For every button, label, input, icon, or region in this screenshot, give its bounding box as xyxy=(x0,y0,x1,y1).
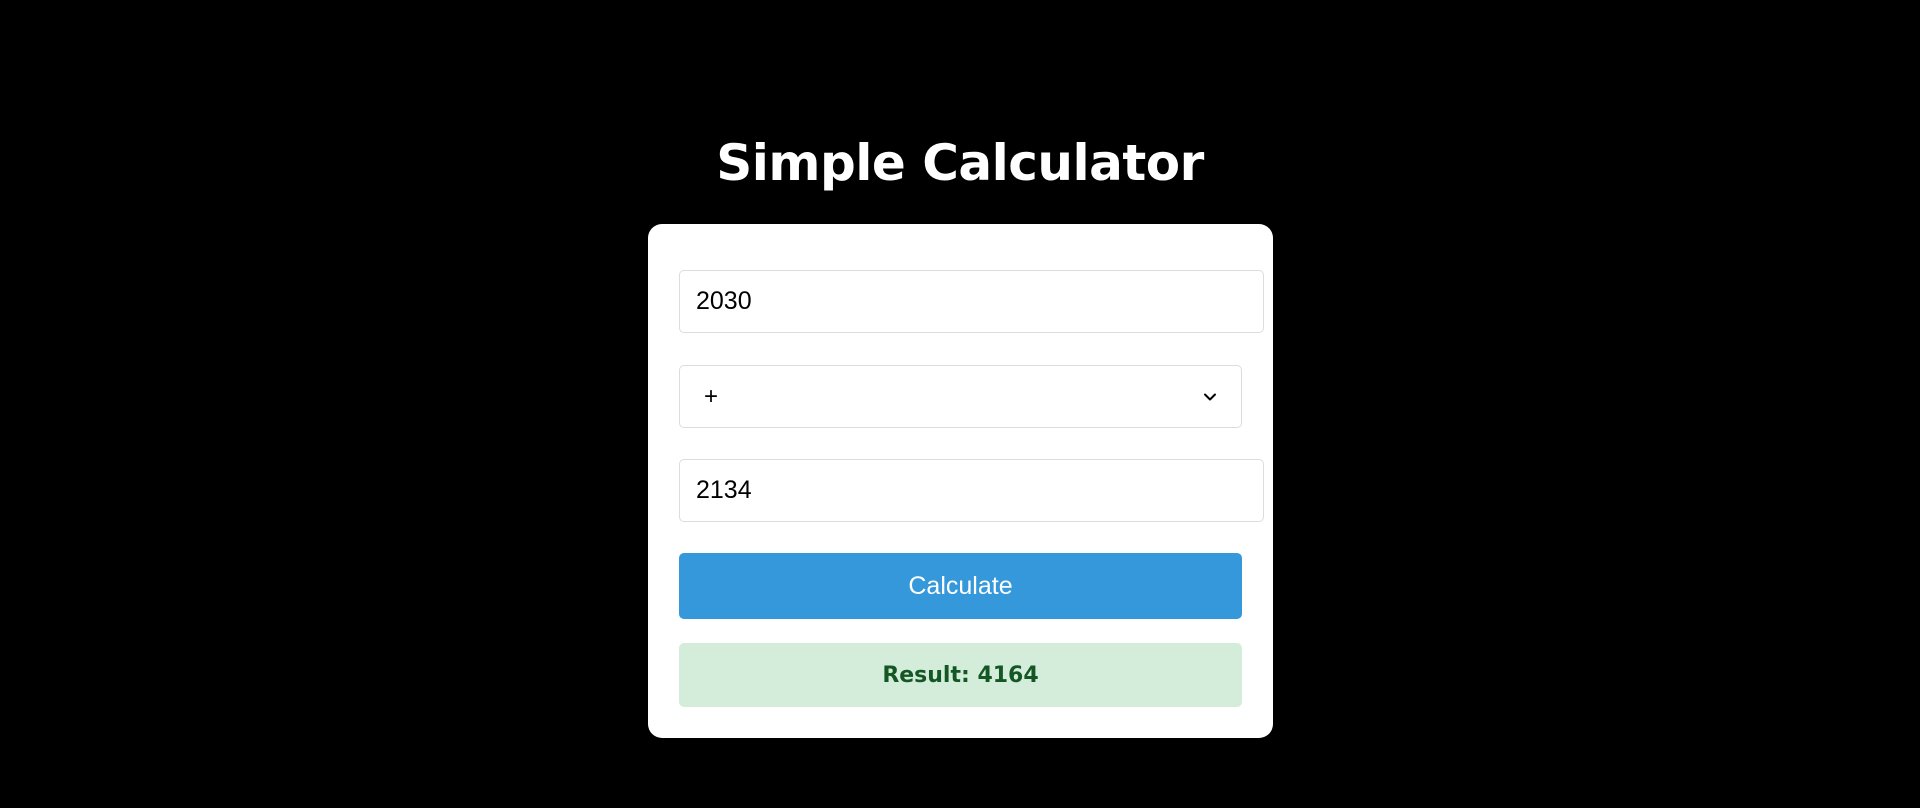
result-display: Result: 4164 xyxy=(679,643,1242,707)
result-text: Result: 4164 xyxy=(882,662,1039,688)
page: Simple Calculator + Calculate Result: 41… xyxy=(0,0,1920,808)
operator-selected-value: + xyxy=(704,382,719,410)
operator-select[interactable]: + xyxy=(679,365,1242,428)
chevron-down-icon xyxy=(1204,393,1216,400)
first-number-input[interactable] xyxy=(679,270,1264,333)
second-number-input[interactable] xyxy=(679,459,1264,522)
page-title: Simple Calculator xyxy=(716,134,1204,192)
calculate-button[interactable]: Calculate xyxy=(679,553,1242,619)
calculator-card: + Calculate Result: 4164 xyxy=(648,224,1273,738)
